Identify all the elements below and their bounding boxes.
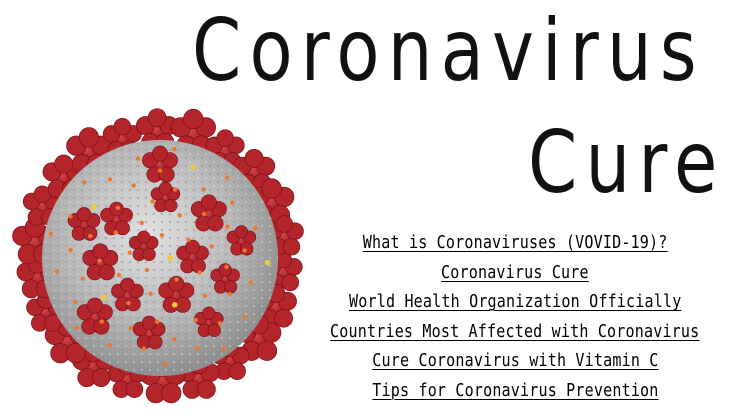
page-title-line-1: Coronavirus [192,1,705,101]
list-item: Cure Coronavirus with Vitamin C [300,346,730,376]
surface-dot [82,180,87,185]
surface-dot [229,200,235,205]
surface-dot [264,259,271,266]
surface-dot [221,346,226,351]
link-what-is-coronavirus[interactable]: What is Coronaviruses (VOVID-19)? [363,229,668,259]
link-cure-vitamin-c[interactable]: Cure Coronavirus with Vitamin C [372,347,658,377]
surface-dot [225,175,230,180]
surface-dot [141,346,147,351]
surface-dot [107,343,112,348]
surface-dot [177,213,183,218]
surface-dot [73,299,78,305]
surface-dot [74,325,79,331]
surface-dot [131,183,136,188]
surface-dot [227,292,232,297]
surface-dot [48,231,54,237]
surface-dot [186,237,191,242]
surface-dot [242,248,247,253]
surface-dot [202,293,208,298]
surface-dot [167,255,174,261]
surface-dot [126,300,131,306]
surface-dot [144,267,150,273]
surface-dot [217,321,223,326]
surface-dot [225,224,230,229]
surface-dot [127,250,132,255]
surface-dot [148,291,153,296]
topic-links: What is Coronaviruses (VOVID-19)? Corona… [300,228,730,406]
list-item: Coronavirus Cure [300,258,730,288]
link-prevention-tips[interactable]: Tips for Coronavirus Prevention [372,377,658,407]
surface-dot [135,156,141,161]
list-item: World Health Organization Officially [300,287,730,317]
page: Coronavirus Cure What is Coronaviruses (… [0,0,739,415]
surface-dot [150,199,155,204]
surface-dot [174,277,179,282]
list-item: Tips for Coronavirus Prevention [300,376,730,406]
surface-dot [190,164,196,171]
surface-dot [116,272,121,278]
surface-dot [172,146,177,152]
surface-dot [172,337,177,342]
surface-dot [128,325,134,331]
surface-dot [201,187,206,192]
surface-dot [139,220,144,226]
coronavirus-image [12,108,304,404]
surface-dot [88,233,93,239]
surface-dot [159,233,165,238]
surface-dot [195,345,200,351]
surface-dot [171,302,178,308]
surface-dot [97,258,102,263]
surface-dot [90,204,97,210]
link-coronavirus-cure[interactable]: Coronavirus Cure [441,259,589,289]
surface-dot [162,361,167,366]
surface-dot [68,247,73,253]
surface-dot [201,211,207,217]
surface-dot [209,244,215,249]
surface-dot [100,294,107,301]
surface-dot [224,264,229,269]
surface-dot [107,177,113,182]
surface-dot [157,168,163,173]
surface-dot [172,187,178,192]
page-title-line-2: Cure [528,113,726,213]
surface-dot [242,314,247,320]
surface-dot [248,280,254,285]
surface-dot [155,319,160,325]
surface-dot [115,205,121,211]
surface-dot [193,317,199,323]
surface-dot [99,319,104,324]
surface-dot [252,225,258,231]
surface-dot [113,230,118,235]
surface-dot [68,214,73,219]
link-who-officially[interactable]: World Health Organization Officially [349,288,681,318]
list-item: Countries Most Affected with Coronavirus [300,317,730,347]
surface-dot [80,276,85,281]
surface-dot [54,269,60,274]
surface-dot [197,270,202,275]
list-item: What is Coronaviruses (VOVID-19)? [300,228,730,258]
link-countries-most-affected[interactable]: Countries Most Affected with Coronavirus [330,318,699,348]
